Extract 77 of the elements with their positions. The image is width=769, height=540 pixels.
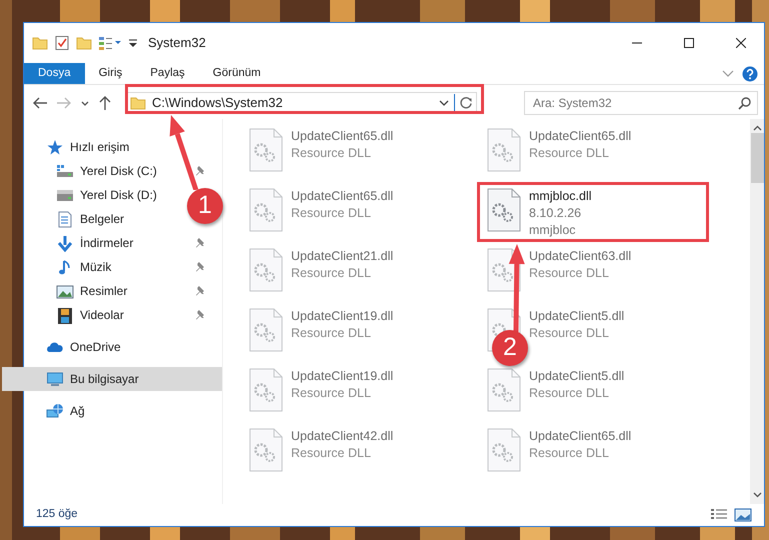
sidebar-item[interactable]: Müzik (24, 255, 222, 279)
image-icon (56, 282, 74, 300)
sidebar-item[interactable]: İndirmeler (24, 231, 222, 255)
pin-icon[interactable] (195, 165, 206, 176)
file-name[interactable]: UpdateClient19.dll (291, 368, 394, 385)
file-detail: Resource DLL (529, 445, 610, 462)
details-view-icon[interactable] (710, 508, 728, 522)
sidebar-item[interactable]: Videolar (24, 303, 222, 327)
close-icon[interactable] (736, 38, 746, 48)
ribbon-tab[interactable]: Görünüm (198, 63, 275, 84)
help-icon[interactable] (742, 66, 758, 82)
pin-icon[interactable] (195, 285, 206, 296)
file-detail: Resource DLL (291, 265, 372, 282)
file-name[interactable]: mmjbloc.dll (529, 188, 592, 205)
file-detail: Resource DLL (529, 325, 610, 342)
properties-icon[interactable] (54, 35, 70, 51)
file-detail: Resource DLL (291, 205, 372, 222)
sidebar-item[interactable]: Hızlı erişim (24, 135, 130, 159)
file-name[interactable]: UpdateClient65.dll (529, 428, 632, 445)
sidebar-item[interactable]: Ağ (24, 399, 85, 423)
search-field[interactable]: Ara: System32 (524, 91, 758, 115)
file-detail: Resource DLL (529, 265, 610, 282)
film-icon (56, 306, 74, 324)
file-detail: Resource DLL (291, 145, 372, 162)
sidebar-item[interactable]: Resimler (24, 279, 222, 303)
refresh-icon[interactable] (460, 97, 472, 109)
folder-icon (130, 95, 146, 111)
file-name[interactable]: UpdateClient65.dll (291, 128, 394, 145)
drive-icon (56, 162, 74, 180)
up-arrow-icon[interactable] (99, 96, 111, 110)
star-icon (46, 138, 64, 156)
pin-icon[interactable] (195, 261, 206, 272)
sidebar-item[interactable]: Bu bilgisayar (2, 367, 222, 391)
file-name[interactable]: UpdateClient63.dll (529, 248, 632, 265)
scroll-up-icon[interactable] (752, 125, 762, 131)
file-name[interactable]: UpdateClient65.dll (291, 188, 394, 205)
expand-ribbon-icon[interactable] (722, 70, 734, 77)
computer-icon (46, 370, 64, 388)
document-icon (56, 210, 74, 228)
maximize-icon[interactable] (684, 38, 694, 48)
file-name[interactable]: UpdateClient5.dll (529, 368, 624, 385)
network-icon (46, 402, 64, 420)
pin-icon[interactable] (195, 309, 206, 320)
large-icons-view-icon[interactable] (734, 508, 752, 522)
file-gear-icon[interactable] (487, 188, 521, 232)
download-icon (56, 234, 74, 252)
file-name[interactable]: UpdateClient65.dll (529, 128, 632, 145)
minimize-icon[interactable] (632, 42, 642, 44)
file-name[interactable]: UpdateClient5.dll (529, 308, 624, 325)
back-arrow-icon[interactable] (33, 97, 47, 109)
ribbon-tab[interactable]: Paylaş (136, 63, 199, 84)
file-detail: Resource DLL (529, 385, 610, 402)
window-title: System32 (148, 34, 206, 52)
sidebar-item[interactable]: Yerel Disk (C:) (24, 159, 222, 183)
file-detail: mmjbloc (529, 222, 577, 239)
chevron-down-icon[interactable] (81, 100, 89, 106)
dropdown-icon[interactable] (439, 100, 449, 106)
file-detail: Resource DLL (529, 145, 610, 162)
file-name[interactable]: UpdateClient21.dll (291, 248, 394, 265)
view-options-icon[interactable] (98, 35, 122, 51)
ribbon-tab[interactable]: Giriş (84, 63, 136, 84)
sidebar-item[interactable]: OneDrive (24, 335, 121, 359)
item-count: 125 öğe (36, 507, 78, 522)
scroll-down-icon[interactable] (752, 492, 762, 498)
pin-icon[interactable] (195, 237, 206, 248)
file-detail: Resource DLL (291, 445, 372, 462)
sidebar-item[interactable]: Belgeler (24, 207, 124, 231)
file-name[interactable]: UpdateClient19.dll (291, 308, 394, 325)
sidebar-item[interactable]: Yerel Disk (D:) (24, 183, 157, 207)
scrollbar[interactable] (750, 119, 764, 504)
file-detail: Resource DLL (291, 325, 372, 342)
scroll-thumb[interactable] (750, 133, 764, 183)
file-detail: 8.10.2.26 (529, 205, 582, 222)
file-name[interactable]: UpdateClient42.dll (291, 428, 394, 445)
search-icon (738, 97, 751, 110)
ribbon-tab[interactable]: Dosya (24, 63, 85, 84)
file-detail: Resource DLL (291, 385, 372, 402)
